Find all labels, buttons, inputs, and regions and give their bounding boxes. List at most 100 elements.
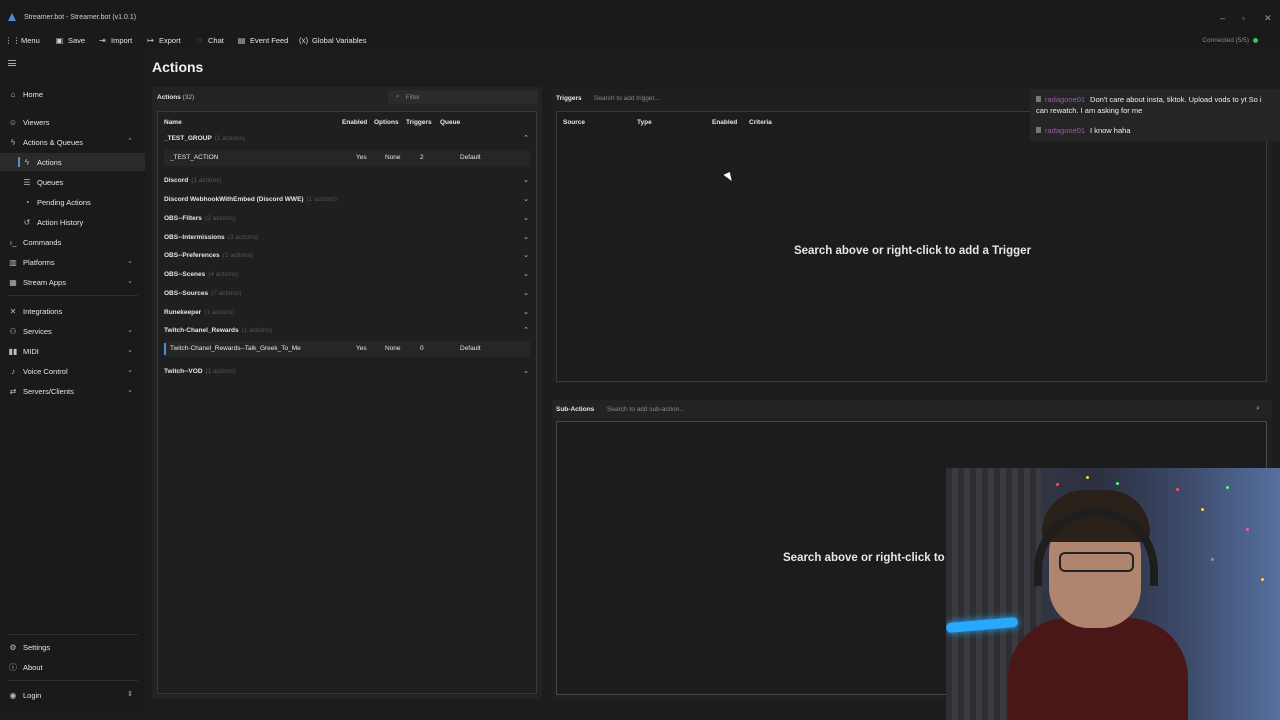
menu-button[interactable]: ⋮⋮ Menu xyxy=(5,36,40,45)
export-button[interactable]: ↦ Export xyxy=(146,36,181,45)
group-row[interactable]: Twitch--VOD (1 actions) ⌄ xyxy=(158,362,536,380)
sidebar-item-integrations[interactable]: ✕ Integrations xyxy=(0,302,145,320)
connection-status[interactable]: Connected (5/5) xyxy=(1202,37,1258,44)
sidebar-item-home[interactable]: ⌂ Home xyxy=(0,85,145,103)
group-name-text: OBS--Preferences xyxy=(164,251,220,259)
chat-message: radagone01 Don't care about insta, tiktok… xyxy=(1036,94,1274,116)
sidebar-item-actions[interactable]: ϟ Actions xyxy=(0,153,145,171)
group-row[interactable]: Twitch-Chanel_Rewards (1 actions) ⌃ xyxy=(158,321,536,339)
sidebar-item-viewers[interactable]: ☺ Viewers xyxy=(0,113,145,131)
import-button[interactable]: ⇥ Import xyxy=(98,36,132,45)
actions-header-label: Actions xyxy=(157,94,181,101)
filter-input[interactable]: ⌕ Filter xyxy=(388,90,538,104)
event-feed-button[interactable]: ▤ Event Feed xyxy=(237,36,289,45)
platform-icon: ▥ xyxy=(9,257,17,267)
sidebar-item-label: Actions xyxy=(37,157,62,167)
action-queue: Default xyxy=(460,154,481,161)
sidebar-item-action-history[interactable]: ↺ Action History xyxy=(0,213,145,231)
chevron-up-icon[interactable]: ⌃ xyxy=(523,134,529,142)
sidebar-item-label: Home xyxy=(23,89,44,99)
sidebar-item-label: MIDI xyxy=(23,346,39,356)
chevron-down-icon[interactable]: ⌄ xyxy=(523,195,529,203)
sidebar-item-label: About xyxy=(23,662,43,672)
subactions-empty-message: Search above or right-click to xyxy=(783,552,945,564)
info-icon: ⓘ xyxy=(9,662,17,672)
chat-username: radagone01 xyxy=(1045,126,1086,135)
chevron-down-icon[interactable]: ⌄ xyxy=(523,367,529,375)
sidebar-item-queues[interactable]: ☰ Queues xyxy=(0,173,145,191)
action-row[interactable]: _TEST_ACTION Yes None 2 Default xyxy=(164,150,530,166)
chevron-down-icon[interactable]: ⌄ xyxy=(523,233,529,241)
sidebar-item-about[interactable]: ⓘ About xyxy=(0,658,145,676)
hamburger-icon[interactable] xyxy=(8,60,16,66)
group-row[interactable]: OBS--Preferences (2 actions) ⌄ xyxy=(158,246,536,264)
maximize-icon[interactable]: ▫ xyxy=(1242,13,1245,23)
chevron-down-icon[interactable]: ⌄ xyxy=(523,289,529,297)
sidebar-item-settings[interactable]: ⚙ Settings xyxy=(0,638,145,656)
chevron-down-icon[interactable]: ⌄ xyxy=(523,214,529,222)
group-row[interactable]: Runekeeper (1 actions) ⌄ xyxy=(158,303,536,321)
action-triggers: 2 xyxy=(420,154,424,161)
global-variables-button[interactable]: (x) Global Variables xyxy=(299,36,367,45)
subactions-bar: Sub-Actions Search to add sub-action... … xyxy=(552,400,1272,418)
sidebar-item-label: Pending Actions xyxy=(37,197,91,207)
chat-button[interactable]: ◌ Chat xyxy=(195,36,224,45)
column-header-source[interactable]: Source xyxy=(563,119,585,126)
chevron-down-icon[interactable]: ⌄ xyxy=(523,251,529,259)
chevron-down-icon[interactable]: ⌄ xyxy=(523,176,529,184)
column-header-queue[interactable]: Queue xyxy=(440,119,460,126)
group-row[interactable]: Discord WebhookWithEmbed (Discord WWE) (1… xyxy=(158,190,536,208)
close-icon[interactable]: ✕ xyxy=(1264,13,1272,24)
group-row[interactable]: OBS--Scenes (4 actions) ⌄ xyxy=(158,265,536,283)
sidebar-item-pending-actions[interactable]: ◔ Pending Actions xyxy=(0,193,145,211)
group-name-text: Runekeeper xyxy=(164,308,202,316)
save-button[interactable]: ▣ Save xyxy=(55,36,85,45)
column-header-triggers[interactable]: Triggers xyxy=(406,119,432,126)
toolbar: ⋮⋮ Menu ▣ Save ⇥ Import ↦ Export ◌ Chat … xyxy=(0,32,1280,50)
chevron-up-icon[interactable]: ⌃ xyxy=(523,326,529,334)
subaction-search-input[interactable]: Search to add sub-action... xyxy=(607,406,685,413)
sidebar-item-actions-queues[interactable]: ϟ Actions & Queues ⌃ xyxy=(0,133,145,151)
search-icon[interactable]: ⌕ xyxy=(1256,405,1260,413)
minimize-icon[interactable]: – xyxy=(1220,13,1225,23)
group-name-text: OBS--Filters xyxy=(164,214,202,222)
column-header-type[interactable]: Type xyxy=(637,119,652,126)
group-row[interactable]: _TEST_GROUP (1 actions) ⌃ xyxy=(158,129,536,147)
sidebar-item-label: Services xyxy=(23,326,52,336)
column-header-enabled[interactable]: Enabled xyxy=(342,119,367,126)
group-row[interactable]: OBS--Intermissions (3 actions) ⌄ xyxy=(158,228,536,246)
chat-icon: ◌ xyxy=(197,36,202,45)
sidebar-item-voice-control[interactable]: ♪ Voice Control ⌄ xyxy=(0,362,145,380)
chat-username: radagone01 xyxy=(1045,95,1086,104)
chat-overlay: radagone01 Don't care about insta, tiktok… xyxy=(1030,89,1280,141)
triggers-table[interactable]: Source Type Enabled Criteria Search abov… xyxy=(556,111,1267,382)
group-row[interactable]: OBS--Filters (2 actions) ⌄ xyxy=(158,209,536,227)
trigger-search-input[interactable]: Search to add trigger... xyxy=(594,95,660,102)
group-count: (1 actions) xyxy=(205,367,236,375)
group-row[interactable]: Discord (1 actions) ⌄ xyxy=(158,171,536,189)
terminal-icon: ›_ xyxy=(9,237,17,247)
title-bar: Streamer.bot - Streamer.bot (v1.0.1) – ▫… xyxy=(0,0,1280,32)
action-row[interactable]: Twitch-Chanel_Rewards--Talk_Greek_To_Me … xyxy=(164,341,530,357)
chevron-down-icon[interactable]: ⌄ xyxy=(523,270,529,278)
sidebar-divider xyxy=(8,295,138,296)
sidebar-item-commands[interactable]: ›_ Commands xyxy=(0,233,145,251)
sidebar-item-platforms[interactable]: ▥ Platforms ⌄ xyxy=(0,253,145,271)
column-header-options[interactable]: Options xyxy=(374,119,399,126)
sidebar-item-services[interactable]: ⚇ Services ⌄ xyxy=(0,322,145,340)
sidebar-item-login[interactable]: ◉ Login ⇕ xyxy=(0,686,145,704)
sidebar-item-label: Queues xyxy=(37,177,64,187)
sidebar-item-servers-clients[interactable]: ⇄ Servers/Clients ⌄ xyxy=(0,382,145,400)
column-header-criteria[interactable]: Criteria xyxy=(749,119,772,126)
sidebar-item-midi[interactable]: ▮▮ MIDI ⌄ xyxy=(0,342,145,360)
column-header-enabled[interactable]: Enabled xyxy=(712,119,737,126)
group-row[interactable]: OBS--Sources (7 actions) ⌄ xyxy=(158,284,536,302)
sidebar-item-stream-apps[interactable]: ▦ Stream Apps ⌄ xyxy=(0,273,145,291)
string-light xyxy=(1211,558,1214,561)
gear-icon: ⚙ xyxy=(9,642,17,652)
group-name-text: OBS--Intermissions xyxy=(164,233,225,241)
column-header-name[interactable]: Name xyxy=(164,119,182,126)
lightning-icon: ϟ xyxy=(24,157,30,167)
chevron-down-icon[interactable]: ⌄ xyxy=(523,308,529,316)
group-name-text: Twitch-Chanel_Rewards xyxy=(164,326,239,334)
